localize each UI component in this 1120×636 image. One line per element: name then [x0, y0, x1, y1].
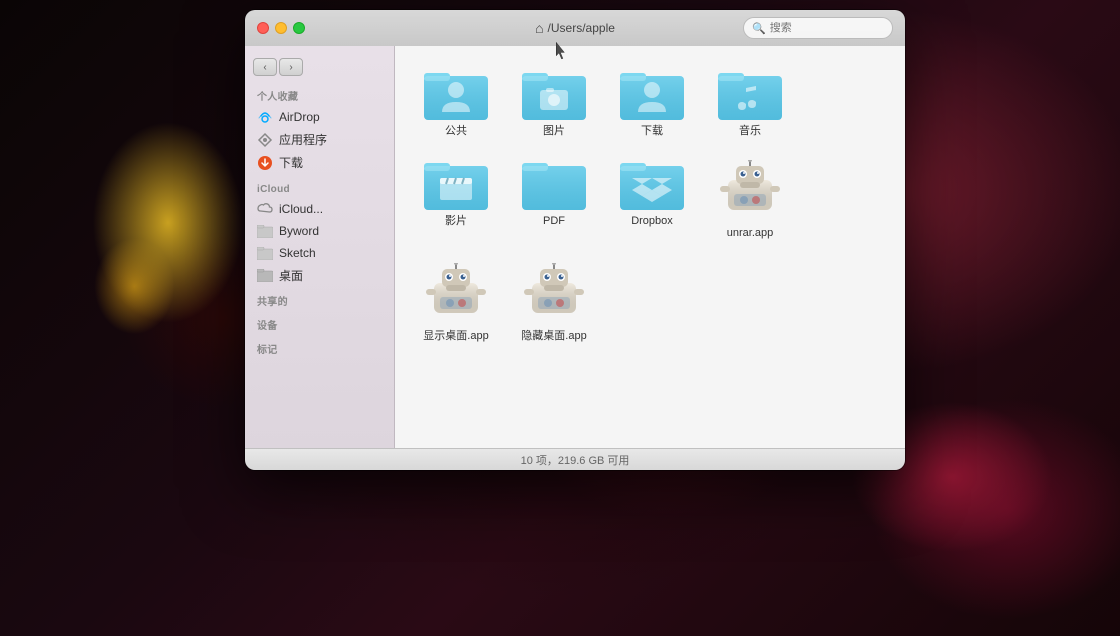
byword-folder-icon — [257, 223, 273, 239]
section-label-personal: 个人收藏 — [245, 82, 394, 106]
minimize-button[interactable] — [275, 22, 287, 34]
status-bar: 10 项，219.6 GB 可用 — [245, 448, 905, 470]
file-item-hide-desktop[interactable]: 隐藏桌面.app — [509, 255, 599, 349]
file-label-dropbox: Dropbox — [631, 214, 673, 228]
file-label-movies: 影片 — [445, 214, 467, 228]
file-label-unrar: unrar.app — [727, 226, 773, 240]
file-label-pdf: PDF — [543, 214, 565, 228]
section-label-icloud: iCloud — [245, 178, 394, 198]
automator-icon-unrar — [720, 160, 780, 220]
file-item-music[interactable]: 音乐 — [705, 62, 795, 144]
file-label-hide-desktop: 隐藏桌面.app — [521, 329, 586, 343]
home-icon: ⌂ — [535, 20, 543, 36]
desktop-folder-icon — [257, 268, 273, 284]
sidebar-item-byword[interactable]: Byword — [245, 220, 394, 242]
forward-button[interactable]: › — [279, 58, 303, 76]
automator-icon-show-desktop — [426, 263, 486, 323]
finder-window: ⌂ /Users/apple 🔍 ‹ › 个人收藏 — [245, 10, 905, 470]
sidebar-item-label-byword: Byword — [279, 224, 319, 238]
search-icon: 🔍 — [752, 22, 766, 35]
file-label-public: 公共 — [445, 124, 467, 138]
apps-icon — [257, 132, 273, 148]
file-item-show-desktop[interactable]: 显示桌面.app — [411, 255, 501, 349]
file-item-downloads-folder[interactable]: 下载 — [607, 62, 697, 144]
back-button[interactable]: ‹ — [253, 58, 277, 76]
sidebar-item-desktop[interactable]: 桌面 — [245, 264, 394, 287]
file-label-show-desktop: 显示桌面.app — [423, 329, 488, 343]
section-label-devices: 设备 — [245, 311, 394, 335]
folder-icon-pdf — [522, 158, 586, 210]
sidebar-item-label-desktop: 桌面 — [279, 267, 303, 284]
maximize-button[interactable] — [293, 22, 305, 34]
file-label-music: 音乐 — [739, 124, 761, 138]
traffic-lights — [257, 22, 305, 34]
sidebar-item-sketch[interactable]: Sketch — [245, 242, 394, 264]
sidebar-item-label-downloads: 下载 — [279, 154, 303, 171]
file-grid: 公共 — [411, 62, 889, 349]
automator-icon-hide-desktop — [524, 263, 584, 323]
sidebar-item-label-icloud: iCloud... — [279, 202, 323, 216]
downloads-icon — [257, 155, 273, 171]
sidebar-item-downloads[interactable]: 下载 — [245, 151, 394, 174]
folder-icon-pictures — [522, 68, 586, 120]
status-text: 10 项，219.6 GB 可用 — [521, 452, 630, 468]
sidebar: ‹ › 个人收藏 AirDrop — [245, 46, 395, 448]
sidebar-item-label-apps: 应用程序 — [279, 131, 327, 148]
sidebar-item-icloud[interactable]: iCloud... — [245, 198, 394, 220]
file-item-public[interactable]: 公共 — [411, 62, 501, 144]
file-item-movies[interactable]: 影片 — [411, 152, 501, 246]
file-item-pictures[interactable]: 图片 — [509, 62, 599, 144]
folder-icon-public — [424, 68, 488, 120]
search-box[interactable]: 🔍 — [743, 17, 893, 39]
sidebar-item-label-airdrop: AirDrop — [279, 110, 320, 124]
file-label-pictures: 图片 — [543, 124, 565, 138]
folder-icon-movies — [424, 158, 488, 210]
section-label-tags: 标记 — [245, 335, 394, 359]
content-area: 公共 — [395, 46, 905, 448]
folder-icon-music — [718, 68, 782, 120]
window-title: ⌂ /Users/apple — [535, 20, 615, 36]
folder-icon-downloads — [620, 68, 684, 120]
file-item-unrar[interactable]: unrar.app — [705, 152, 795, 246]
folder-icon-dropbox — [620, 158, 684, 210]
finder-body: ‹ › 个人收藏 AirDrop — [245, 46, 905, 448]
nav-buttons: ‹ › — [253, 58, 386, 76]
section-label-shared: 共享的 — [245, 287, 394, 311]
file-item-dropbox[interactable]: Dropbox — [607, 152, 697, 246]
sidebar-item-airdrop[interactable]: AirDrop — [245, 106, 394, 128]
sidebar-item-label-sketch: Sketch — [279, 246, 316, 260]
search-input[interactable] — [770, 22, 884, 34]
app-icon-container-show-desktop — [424, 261, 488, 325]
close-button[interactable] — [257, 22, 269, 34]
file-label-downloads: 下载 — [641, 124, 663, 138]
title-bar: ⌂ /Users/apple 🔍 — [245, 10, 905, 46]
sidebar-item-apps[interactable]: 应用程序 — [245, 128, 394, 151]
sketch-folder-icon — [257, 245, 273, 261]
file-item-pdf[interactable]: PDF — [509, 152, 599, 246]
airdrop-icon — [257, 109, 273, 125]
app-icon-container-unrar — [718, 158, 782, 222]
icloud-icon — [257, 201, 273, 217]
title-path: /Users/apple — [548, 21, 615, 35]
app-icon-container-hide-desktop — [522, 261, 586, 325]
